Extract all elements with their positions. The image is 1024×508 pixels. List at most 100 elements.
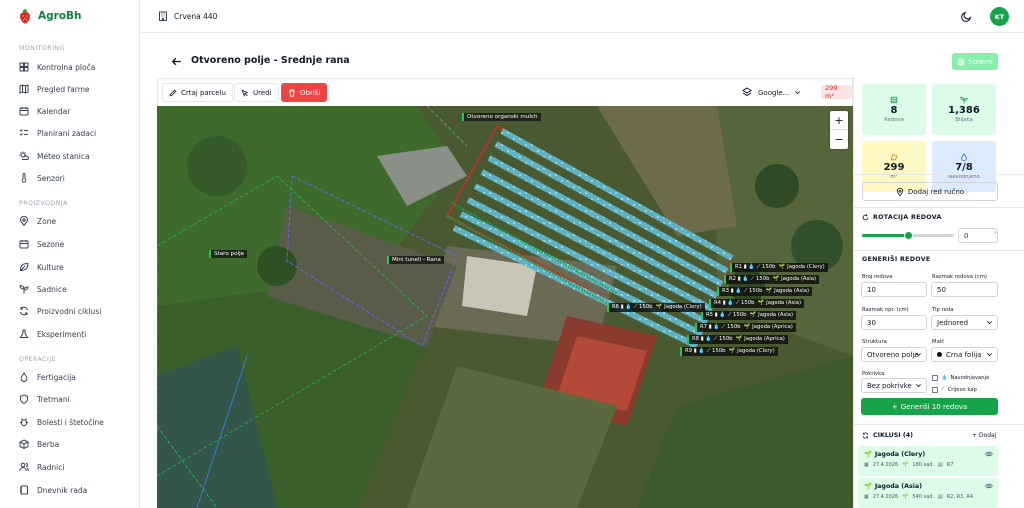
- coverage-select[interactable]: Bez pokrivke: [861, 378, 927, 393]
- chevron-down-icon: [916, 353, 921, 357]
- nav-item-work-log[interactable]: Dnevnik rada: [19, 483, 87, 497]
- nav-item-treatments[interactable]: Tretmani: [19, 392, 70, 406]
- eye-icon[interactable]: [985, 482, 993, 490]
- nav-item-seedlings[interactable]: Sadnice: [19, 282, 67, 296]
- nav-label: Eksperimenti: [37, 329, 87, 339]
- irrigation-checkbox[interactable]: 💧 Navodnjavanje: [932, 375, 989, 381]
- right-panel: 8 Redova 1,386 Biljaka 299 m² 7/8 Navodn…: [853, 78, 1024, 508]
- structure-select[interactable]: Otvoreno polje: [861, 347, 927, 362]
- rotation-slider-fill: [862, 234, 908, 237]
- strawberry-icon: [20, 9, 30, 24]
- eye-icon[interactable]: [985, 450, 993, 458]
- map-type-select[interactable]: Google...: [758, 83, 814, 102]
- generate-rows-button[interactable]: + Generiši 10 redova: [861, 398, 998, 415]
- dark-mode-icon[interactable]: [961, 11, 972, 22]
- nav-label: Berba: [37, 439, 60, 449]
- map-label-mini-tunnel[interactable]: Mini tuneli - Rana: [387, 256, 444, 264]
- rotation-slider[interactable]: [862, 231, 954, 240]
- nav-item-dashboard[interactable]: Kontrolna ploča: [19, 60, 95, 74]
- plant-spacing-input[interactable]: 30: [861, 315, 927, 330]
- drip-checkbox[interactable]: ⟋ Crijevo kap: [932, 386, 977, 393]
- row-type-select[interactable]: Jednored: [931, 315, 998, 330]
- cycle-card[interactable]: 🌱 Jagoda (Clery) ▦ 27.4.2026 🌱 180 sad. ▤ R7: [858, 446, 998, 476]
- nav-label: Pregled farme: [37, 84, 90, 94]
- droplet-icon: [20, 372, 28, 382]
- row-label-r4[interactable]: R4 ▮ 💧 ⟋ 150b 🌱 Jagoda (Asia): [709, 299, 805, 308]
- draw-parcel-button[interactable]: Crtaj parcelu: [162, 83, 233, 102]
- row-type-value: Jednored: [937, 318, 969, 327]
- mulch-select[interactable]: Crna folija: [931, 347, 998, 362]
- nav-item-harvest[interactable]: Berba: [19, 437, 59, 451]
- nav-item-seasons[interactable]: Sezone: [19, 237, 64, 251]
- nav-item-calendar[interactable]: Kalendar: [19, 104, 70, 118]
- nav-item-experiments[interactable]: Eksperimenti: [19, 327, 86, 341]
- row-label-r5[interactable]: R5 ▮ 💧 ⟋ 150b 🌱 Jagoda (Asia): [701, 311, 797, 320]
- row-spacing-input[interactable]: 50: [931, 282, 998, 297]
- satellite-map[interactable]: + − Otvoreno organski mulch Staro polje …: [157, 106, 853, 508]
- nav-item-cultures[interactable]: Kulture: [19, 260, 64, 274]
- nav-label: Dnevnik rada: [37, 485, 88, 495]
- stat-rows-value: 8: [890, 105, 898, 116]
- pencil-icon: [169, 89, 177, 96]
- nav-item-sensors[interactable]: Senzori: [19, 171, 65, 185]
- add-row-manually-button[interactable]: Dodaj red ručno: [862, 182, 998, 201]
- farm-name: Crvena 440: [174, 11, 218, 21]
- rotation-input[interactable]: 0: [958, 228, 998, 243]
- row-label-r6[interactable]: R6 ▮ 💧 ⟋ 150b 🌱 Jagoda (Clery): [607, 303, 705, 312]
- nav-label: Planirani zadaci: [37, 128, 97, 138]
- map-label-mulch[interactable]: Otvoreno organski mulch: [462, 113, 541, 121]
- app-name: AgroBh: [38, 10, 82, 22]
- nav-label: Zone: [37, 216, 57, 226]
- weather-icon: [19, 151, 29, 160]
- back-arrow-icon[interactable]: [171, 56, 182, 67]
- row-label-r2[interactable]: R2 ▮ 💧 ⟋ 150b 🌱 Jagoda (Asia): [724, 275, 820, 284]
- cycle-card[interactable]: 🌱 Jagoda (Asia) ▦ 27.4.2026 🌱 540 sad. ▤ R2,…: [858, 478, 998, 508]
- sprout-icon: 🌱: [902, 462, 909, 468]
- cycle-icon: [862, 432, 869, 439]
- mulch-label: Malč: [932, 339, 945, 345]
- rows-icon: ▤: [938, 494, 943, 500]
- nav-item-planned-tasks[interactable]: Planirani zadaci: [19, 126, 96, 140]
- farm-selector[interactable]: Crvena 440: [158, 11, 217, 21]
- row-label-r9[interactable]: R9 ▮ 💧 ⟋ 150b 🌱 Jagoda (Clery): [680, 347, 778, 356]
- rows-icon: [890, 96, 898, 104]
- nav-item-fertigation[interactable]: Fertigacija: [19, 370, 76, 384]
- zoom-out-button[interactable]: −: [830, 130, 848, 149]
- checkbox[interactable]: [932, 386, 938, 393]
- row-label-r1[interactable]: R1 ▮ 💧 ⟋ 150b 🌱 Jagoda (Clery): [730, 263, 828, 272]
- layers-icon[interactable]: [742, 87, 752, 97]
- row-count-input[interactable]: 10: [861, 282, 927, 297]
- row-count-label: Broj redova: [862, 274, 893, 280]
- map-label-old-field[interactable]: Staro polje: [209, 250, 248, 258]
- delete-label: Obriši: [300, 88, 321, 97]
- avatar[interactable]: KT: [990, 7, 1009, 26]
- checkbox[interactable]: [932, 375, 938, 381]
- rotation-slider-thumb[interactable]: [903, 231, 913, 240]
- save-label: Spremi: [968, 57, 993, 66]
- nav-label: Kalendar: [37, 106, 71, 116]
- calendar-icon: ▦: [864, 494, 869, 500]
- dashboard-icon: [19, 62, 29, 72]
- trash-icon: [289, 88, 295, 97]
- delete-button[interactable]: Obriši: [281, 83, 328, 102]
- nav-item-workers[interactable]: Radnici: [19, 460, 64, 474]
- add-cycle-link[interactable]: + Dodaj: [972, 432, 996, 439]
- nav-item-production-cycles[interactable]: Proizvodni ciklusi: [19, 304, 101, 318]
- building-icon: [159, 11, 167, 21]
- zoom-in-button[interactable]: +: [830, 111, 848, 130]
- nav-item-weather-station[interactable]: Meteo stanica: [19, 149, 90, 163]
- edit-button[interactable]: Uredi: [234, 83, 279, 102]
- save-button[interactable]: Spremi: [952, 53, 998, 70]
- nav-item-pests[interactable]: Bolesti i štetočine: [19, 415, 104, 429]
- area-icon: [890, 154, 898, 161]
- nav-item-zones[interactable]: Zone: [19, 214, 56, 228]
- generate-rows-label: Generiši 10 redova: [900, 402, 968, 411]
- irrigation-label: Navodnjavanje: [950, 375, 990, 381]
- nav-item-farm-overview[interactable]: Pregled farme: [19, 82, 90, 96]
- row-label-r8[interactable]: R8 ▮ 💧 ⟋ 150b 🌱 Jagoda (Aprica): [687, 335, 788, 344]
- row-label-r7[interactable]: R7 ▮ 💧 ⟋ 150b 🌱 Jagoda (Aprica): [695, 323, 796, 332]
- app-logo[interactable]: AgroBh: [18, 8, 82, 24]
- row-label-r3[interactable]: R3 ▮ 💧 ⟋ 150b 🌱 Jagoda (Asia): [717, 287, 813, 296]
- map-icon: [19, 84, 29, 94]
- row-spacing-label: Razmak redova (cm): [932, 274, 987, 280]
